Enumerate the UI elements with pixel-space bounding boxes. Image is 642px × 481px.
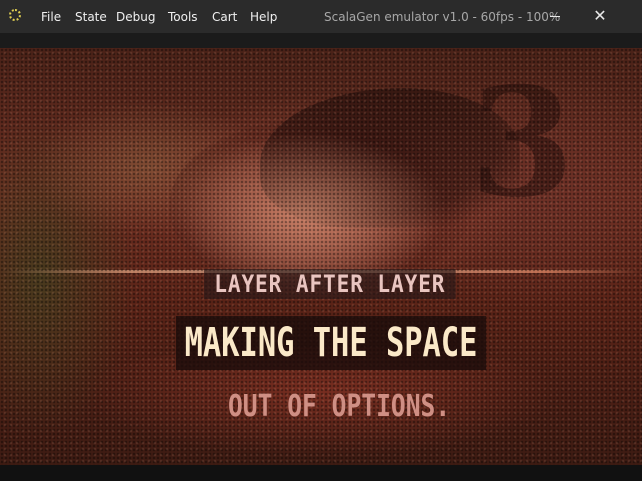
- close-icon: ✕: [593, 6, 607, 25]
- app-logo-icon: [9, 9, 21, 21]
- title-bar[interactable]: File State Debug Tools Cart Help ScalaGe…: [0, 0, 642, 33]
- viewport-bottom-border: [0, 465, 642, 481]
- menu-state[interactable]: State: [75, 10, 107, 24]
- menu-debug[interactable]: Debug: [116, 10, 155, 24]
- menu-file[interactable]: File: [41, 10, 61, 24]
- minimize-icon: [550, 16, 560, 17]
- title-line-1: LAYER AFTER LAYER: [204, 269, 456, 299]
- close-button[interactable]: ✕: [593, 0, 642, 33]
- emulator-window: File State Debug Tools Cart Help ScalaGe…: [0, 0, 642, 481]
- window-title: ScalaGen emulator v1.0 - 60fps - 100%: [324, 10, 561, 24]
- title-line-3: OUT OF OPTIONS.: [228, 389, 451, 424]
- title-line-2: MAKING THE SPACE: [176, 316, 487, 370]
- menu-cart[interactable]: Cart: [212, 10, 237, 24]
- menu-help[interactable]: Help: [250, 10, 277, 24]
- menu-tools[interactable]: Tools: [168, 10, 198, 24]
- game-viewport[interactable]: 3 LAYER AFTER LAYER MAKING THE SPACE OUT…: [0, 33, 642, 481]
- game-screen[interactable]: 3 LAYER AFTER LAYER MAKING THE SPACE OUT…: [0, 48, 642, 480]
- minimize-button[interactable]: [532, 0, 578, 33]
